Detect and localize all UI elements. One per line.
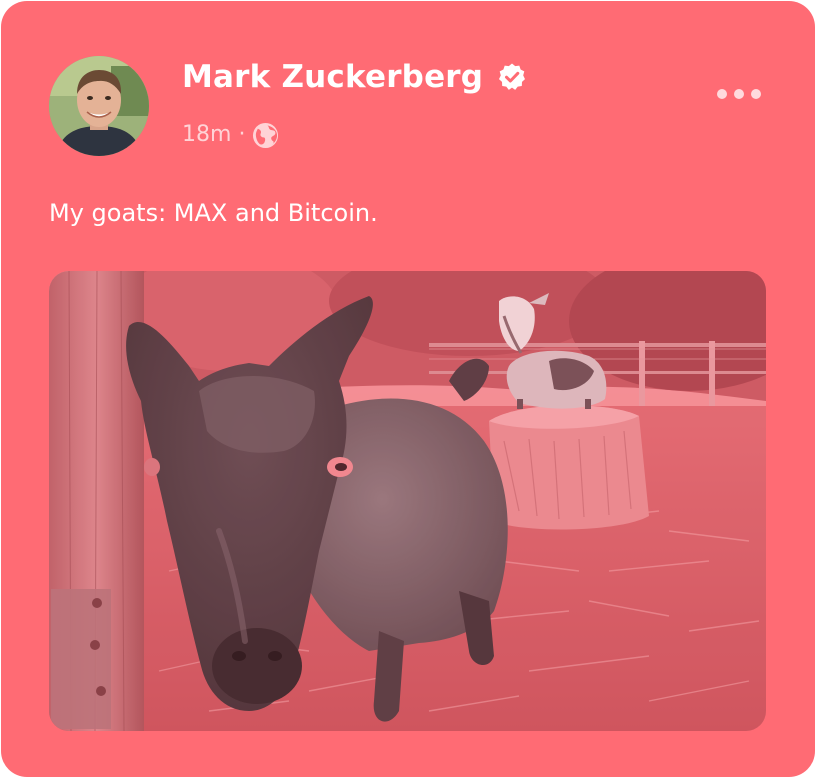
post-timestamp[interactable]: 18m: [182, 117, 231, 153]
verified-badge-icon: [499, 63, 526, 90]
author-avatar[interactable]: [49, 56, 149, 156]
profile-photo-image: [49, 56, 149, 156]
post-photo[interactable]: [49, 271, 766, 731]
meta-separator: ·: [238, 122, 246, 147]
post-card: Mark Zuckerberg 18m · My goats: MAX and …: [1, 1, 815, 777]
more-options-icon: [717, 89, 727, 99]
globe-icon: [253, 122, 279, 148]
more-options-icon-dot: [734, 89, 744, 99]
more-options-icon-dot: [751, 89, 761, 99]
goat-photo-image: [49, 271, 766, 731]
author-name[interactable]: Mark Zuckerberg: [182, 53, 483, 101]
post-meta: 18m ·: [182, 117, 279, 153]
author-row: Mark Zuckerberg: [182, 53, 527, 101]
post-text: My goats: MAX and Bitcoin.: [49, 199, 378, 227]
more-options-button[interactable]: [707, 79, 771, 109]
